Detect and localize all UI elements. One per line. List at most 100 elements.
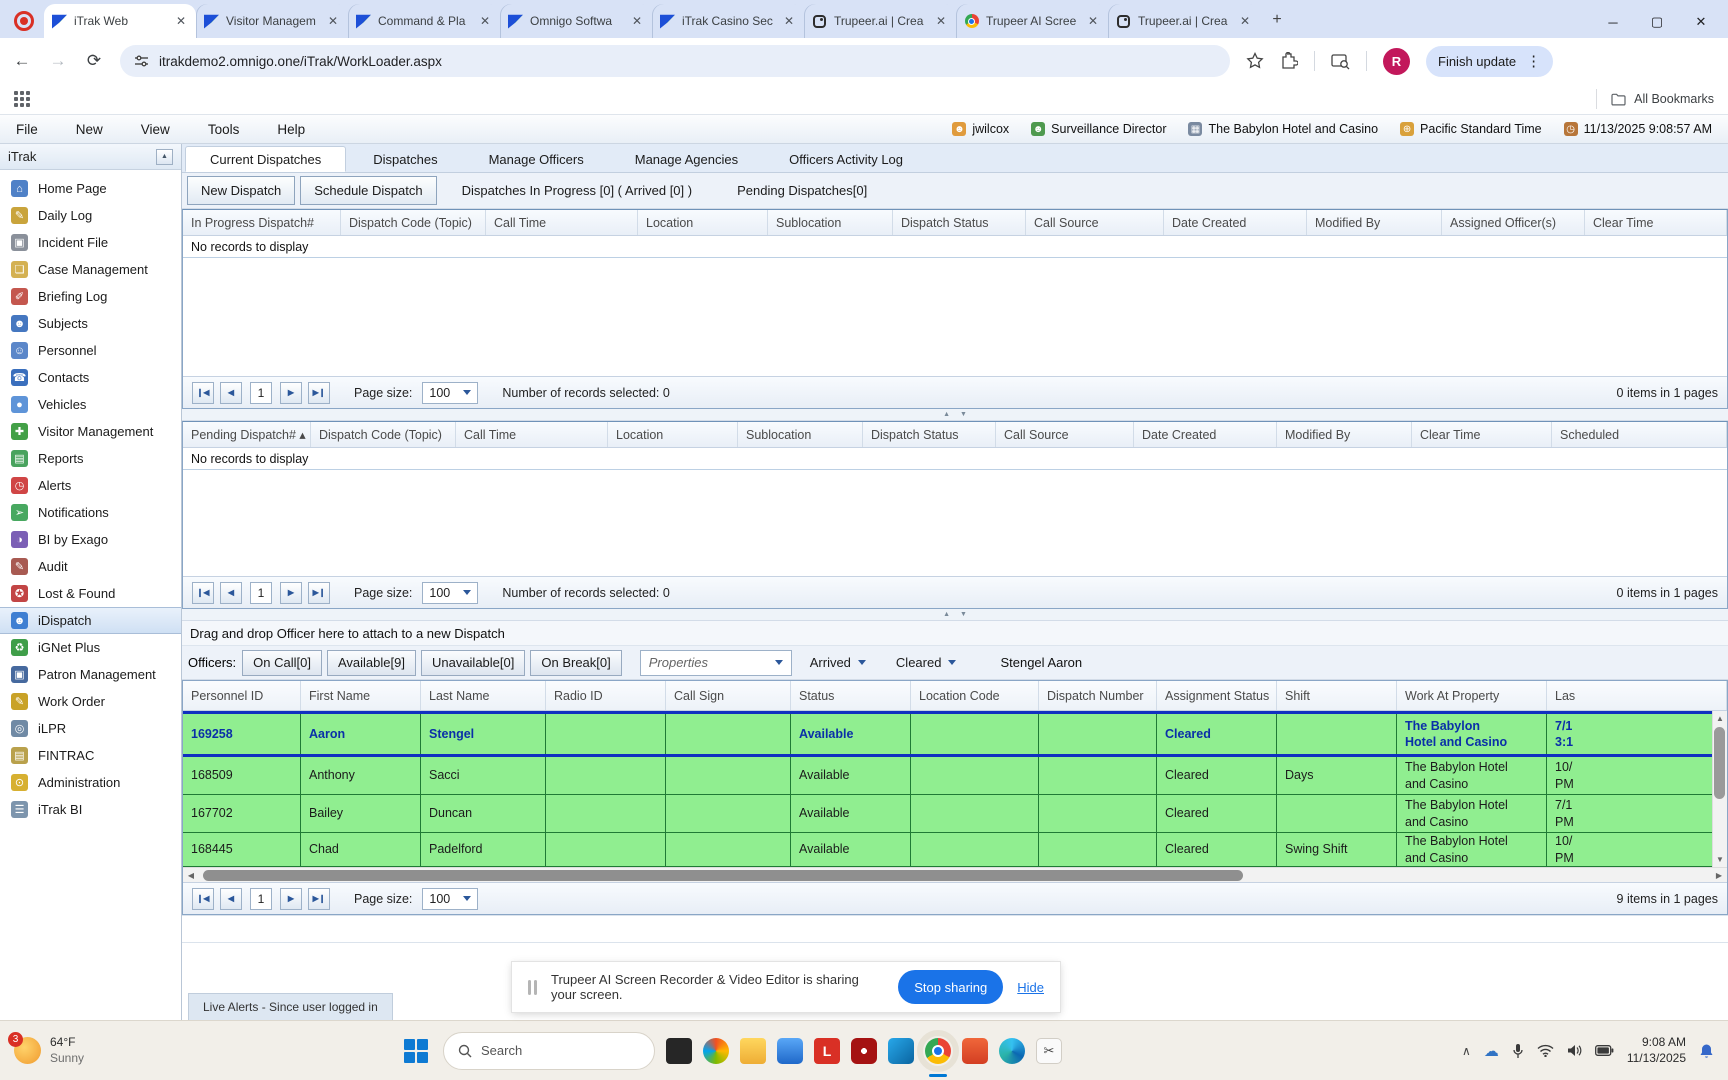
column-header[interactable]: Call Time (486, 210, 638, 235)
tab-command[interactable]: Command & Pla (348, 4, 500, 38)
dispatch-tab[interactable]: Officers Activity Log (765, 146, 927, 172)
taskbar-clock[interactable]: 9:08 AM 11/13/2025 (1627, 1035, 1686, 1066)
current-page[interactable]: 1 (250, 888, 272, 910)
extensions-icon[interactable] (1280, 52, 1298, 70)
battery-icon[interactable] (1595, 1045, 1614, 1056)
sidebar-item[interactable]: ⌂ Home Page (0, 175, 181, 202)
officer-row[interactable]: 169258 Aaron Stengel Available Cleared (183, 711, 1727, 757)
column-header[interactable]: Call Time (456, 422, 608, 447)
last-page-button[interactable] (308, 888, 330, 910)
column-header[interactable]: Dispatch Status (893, 210, 1026, 235)
dispatch-tab[interactable]: Current Dispatches (185, 146, 346, 172)
column-header[interactable]: Modified By (1277, 422, 1412, 447)
column-header[interactable]: Sublocation (738, 422, 863, 447)
sidebar-item[interactable]: ▣ Incident File (0, 229, 181, 256)
sidebar-item[interactable]: ✐ Briefing Log (0, 283, 181, 310)
wifi-icon[interactable] (1537, 1044, 1554, 1057)
page-size-select[interactable]: 100 (422, 582, 478, 604)
sidebar-item[interactable]: ✚ Visitor Management (0, 418, 181, 445)
tab-omnigo-software[interactable]: Omnigo Softwa (500, 4, 652, 38)
sidebar-item[interactable]: ▤ FINTRAC (0, 742, 181, 769)
chrome-icon[interactable] (925, 1038, 951, 1064)
sidebar-item[interactable]: ◷ Alerts (0, 472, 181, 499)
minimize-button[interactable] (1606, 15, 1620, 30)
sidebar-item[interactable]: ▤ Reports (0, 445, 181, 472)
column-header[interactable]: Shift (1277, 681, 1397, 710)
copilot-icon[interactable] (703, 1038, 729, 1064)
drag-grip-icon[interactable] (528, 980, 537, 995)
menu-item[interactable]: New (76, 122, 103, 137)
sidebar-item[interactable]: ☻ iDispatch (0, 607, 181, 634)
column-header[interactable]: Assignment Status (1157, 681, 1277, 710)
last-page-button[interactable] (308, 582, 330, 604)
pane-splitter[interactable] (182, 409, 1728, 421)
column-header[interactable]: Location (638, 210, 768, 235)
prev-page-button[interactable] (220, 382, 242, 404)
scroll-right-icon[interactable] (1711, 871, 1727, 880)
column-header[interactable]: Call Sign (666, 681, 791, 710)
current-page[interactable]: 1 (250, 582, 272, 604)
arrived-dropdown[interactable]: Arrived (798, 655, 878, 670)
horizontal-scrollbar[interactable] (183, 867, 1727, 882)
live-alerts-tab[interactable]: Live Alerts - Since user logged in (188, 993, 393, 1020)
in-progress-count-label[interactable]: Dispatches In Progress [0] ( Arrived [0]… (442, 183, 712, 198)
sidebar-item[interactable]: ☻ Subjects (0, 310, 181, 337)
sidebar-collapse-button[interactable] (156, 149, 173, 165)
windows-start-button[interactable] (404, 1039, 428, 1063)
tab-trupeer-1[interactable]: Trupeer.ai | Crea (804, 4, 956, 38)
officer-status-button[interactable]: On Break[0] (530, 650, 621, 676)
new-dispatch-button[interactable]: New Dispatch (187, 176, 295, 205)
column-header[interactable]: Sublocation (768, 210, 893, 235)
microphone-icon[interactable] (1512, 1043, 1524, 1059)
page-size-select[interactable]: 100 (422, 382, 478, 404)
column-header[interactable]: Pending Dispatch# ▴ (183, 422, 311, 447)
back-icon[interactable] (12, 51, 32, 71)
sidebar-item[interactable]: ✎ Daily Log (0, 202, 181, 229)
menu-item[interactable]: Help (277, 122, 305, 137)
officer-row[interactable]: 168509 Anthony Sacci Available Cleared D… (183, 757, 1727, 795)
first-page-button[interactable] (192, 888, 214, 910)
next-page-button[interactable] (280, 582, 302, 604)
column-header[interactable]: First Name (301, 681, 421, 710)
column-header[interactable]: Modified By (1307, 210, 1442, 235)
first-page-button[interactable] (192, 382, 214, 404)
onedrive-cloud-icon[interactable] (1484, 1042, 1499, 1060)
m365-icon[interactable] (962, 1038, 988, 1064)
column-header[interactable]: Call Source (1026, 210, 1164, 235)
column-header[interactable]: Assigned Officer(s) (1442, 210, 1585, 235)
forward-icon[interactable] (48, 51, 68, 71)
address-bar[interactable]: itrakdemo2.omnigo.one/iTrak/WorkLoader.a… (120, 45, 1230, 77)
apps-grid-icon[interactable] (14, 91, 30, 107)
column-header[interactable]: Las (1547, 681, 1727, 710)
dispatch-tab[interactable]: Dispatches (349, 146, 461, 172)
column-header[interactable]: Personnel ID (183, 681, 301, 710)
tab-close-icon[interactable] (478, 14, 492, 28)
tab-close-icon[interactable] (1086, 14, 1100, 28)
officer-row[interactable]: 168445 Chad Padelford Available Cleared … (183, 833, 1727, 867)
sidebar-item[interactable]: ● Vehicles (0, 391, 181, 418)
cleared-dropdown[interactable]: Cleared (884, 655, 969, 670)
prev-page-button[interactable] (220, 582, 242, 604)
sidebar-item[interactable]: ☺ Personnel (0, 337, 181, 364)
last-page-button[interactable] (308, 382, 330, 404)
tab-trupeer-2[interactable]: Trupeer.ai | Crea (1108, 4, 1260, 38)
properties-select[interactable]: Properties (640, 650, 792, 676)
scroll-down-icon[interactable] (1713, 855, 1727, 864)
notifications-bell-icon[interactable] (1699, 1043, 1714, 1059)
edge-icon[interactable] (999, 1038, 1025, 1064)
close-button[interactable] (1694, 14, 1708, 30)
all-bookmarks-button[interactable]: All Bookmarks (1596, 89, 1714, 109)
tab-search-icon[interactable] (1331, 53, 1350, 70)
column-header[interactable]: Call Source (996, 422, 1134, 447)
officer-status-button[interactable]: Unavailable[0] (421, 650, 525, 676)
column-header[interactable]: Clear Time (1412, 422, 1552, 447)
pending-count-label[interactable]: Pending Dispatches[0] (717, 183, 887, 198)
sidebar-item[interactable]: ▣ Patron Management (0, 661, 181, 688)
sidebar-item[interactable]: ❏ Case Management (0, 256, 181, 283)
column-header[interactable]: Date Created (1164, 210, 1307, 235)
column-header[interactable]: Location (608, 422, 738, 447)
scrollbar-thumb[interactable] (1714, 727, 1725, 799)
store-icon[interactable] (777, 1038, 803, 1064)
tab-close-icon[interactable] (782, 14, 796, 28)
tab-close-icon[interactable] (1238, 14, 1252, 28)
